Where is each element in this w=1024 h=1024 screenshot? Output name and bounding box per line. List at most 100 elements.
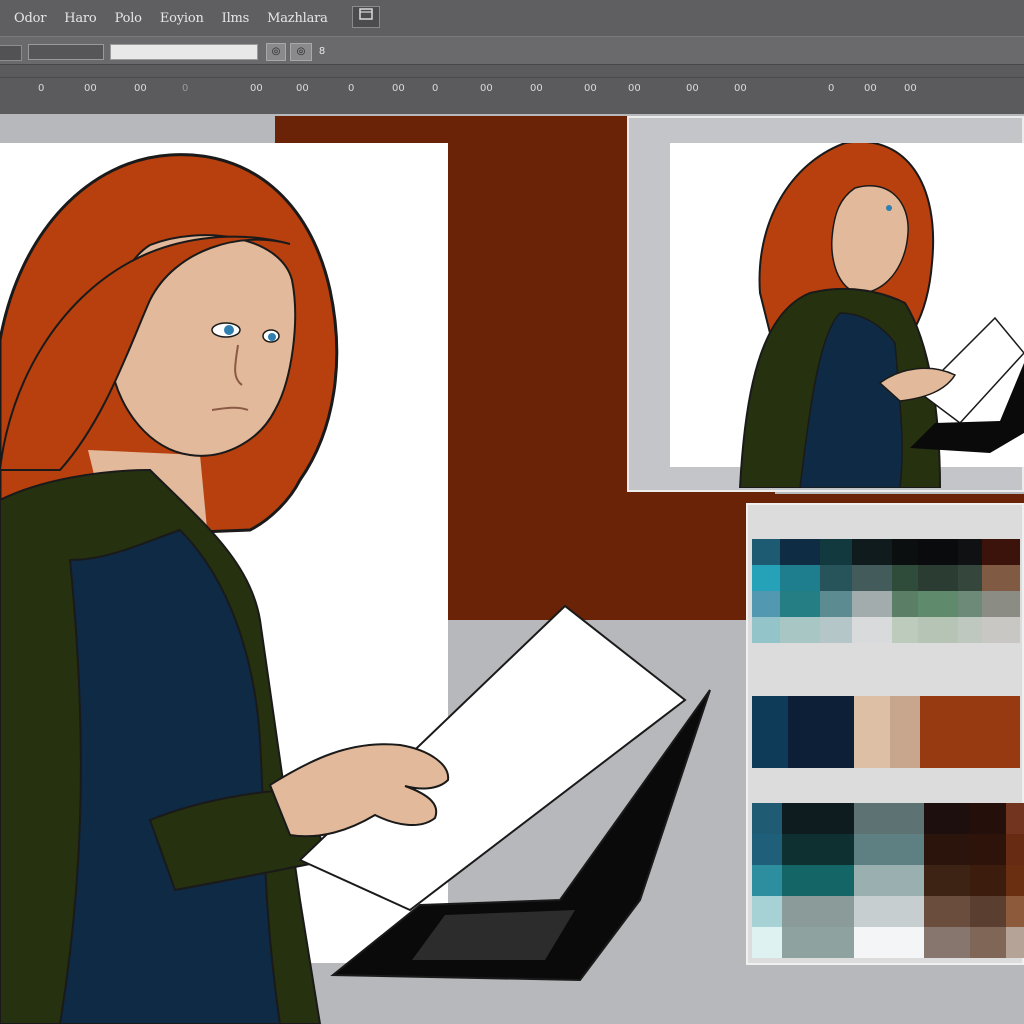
color-swatch[interactable] — [752, 834, 782, 865]
menu-item-eoyion[interactable]: Eoyion — [160, 11, 204, 26]
color-swatch[interactable] — [752, 896, 782, 927]
ruler-tick: 00 — [530, 83, 543, 94]
color-swatch[interactable] — [970, 865, 1006, 896]
color-swatch[interactable] — [958, 565, 982, 591]
ruler-tick: 00 — [864, 83, 877, 94]
color-swatch[interactable] — [982, 591, 1020, 617]
color-swatch[interactable] — [782, 865, 854, 896]
color-swatch[interactable] — [852, 591, 892, 617]
color-swatch[interactable] — [958, 539, 982, 565]
color-swatch[interactable] — [752, 696, 788, 768]
color-swatch[interactable] — [1006, 803, 1024, 834]
color-swatch[interactable] — [752, 591, 780, 617]
preset-field[interactable] — [28, 44, 104, 60]
color-swatch[interactable] — [1006, 865, 1024, 896]
options-bar: ◎ ◎ 8 — [0, 36, 1024, 65]
color-swatch[interactable] — [970, 803, 1006, 834]
color-swatch[interactable] — [958, 591, 982, 617]
ruler-tick: 00 — [392, 83, 405, 94]
color-swatch[interactable] — [970, 927, 1006, 958]
swatch-grid-secondary — [752, 803, 1024, 958]
color-swatch[interactable] — [970, 834, 1006, 865]
menu-item-odor[interactable]: Odor — [14, 11, 46, 26]
color-swatch[interactable] — [820, 565, 852, 591]
color-swatch[interactable] — [918, 539, 958, 565]
color-swatch[interactable] — [918, 591, 958, 617]
ruler-tick: 00 — [296, 83, 309, 94]
color-swatch[interactable] — [854, 865, 924, 896]
color-swatch[interactable] — [970, 896, 1006, 927]
ruler-tick: 00 — [628, 83, 641, 94]
swatch-strip-skin-tones — [752, 696, 1020, 768]
color-swatch[interactable] — [854, 927, 924, 958]
color-swatch[interactable] — [780, 591, 820, 617]
color-swatch[interactable] — [982, 617, 1020, 643]
tool-field[interactable] — [0, 45, 22, 61]
color-swatch[interactable] — [1006, 927, 1024, 958]
color-swatch[interactable] — [892, 539, 918, 565]
color-swatch[interactable] — [920, 696, 1020, 768]
color-swatch[interactable] — [854, 696, 890, 768]
option-chip-2[interactable]: ◎ — [290, 43, 312, 61]
panel-toggle-button[interactable] — [352, 6, 380, 28]
ruler-tick: 0 — [348, 83, 355, 94]
menu-item-ilms[interactable]: Ilms — [222, 11, 250, 26]
color-swatch[interactable] — [918, 617, 958, 643]
color-swatch[interactable] — [752, 565, 780, 591]
color-swatch[interactable] — [924, 865, 970, 896]
color-swatch[interactable] — [780, 565, 820, 591]
color-swatch[interactable] — [924, 896, 970, 927]
menu-item-haro[interactable]: Haro — [64, 11, 97, 26]
option-chip-1[interactable]: ◎ — [266, 43, 286, 61]
window-icon — [359, 8, 373, 20]
color-swatch[interactable] — [782, 803, 854, 834]
color-swatch[interactable] — [752, 865, 782, 896]
color-swatch[interactable] — [854, 896, 924, 927]
ruler-tick: 00 — [734, 83, 747, 94]
color-swatch[interactable] — [892, 617, 918, 643]
value-field[interactable] — [110, 44, 258, 60]
color-swatch[interactable] — [982, 539, 1020, 565]
color-swatch[interactable] — [782, 896, 854, 927]
ruler-line — [0, 77, 1024, 78]
ruler-bar: 0 00 00 0 00 00 0 00 0 00 00 00 00 00 00… — [0, 64, 1024, 115]
ruler-tick: 0 — [432, 83, 439, 94]
color-swatch[interactable] — [820, 539, 852, 565]
color-swatch[interactable] — [958, 617, 982, 643]
color-swatch[interactable] — [788, 696, 854, 768]
ruler-tick: 00 — [250, 83, 263, 94]
ruler-tick: 00 — [584, 83, 597, 94]
color-swatch[interactable] — [782, 834, 854, 865]
color-swatch[interactable] — [852, 617, 892, 643]
color-swatch[interactable] — [918, 565, 958, 591]
color-swatch[interactable] — [982, 565, 1020, 591]
color-swatch[interactable] — [924, 834, 970, 865]
menu-item-mazhlara[interactable]: Mazhlara — [267, 11, 328, 26]
color-swatch[interactable] — [852, 539, 892, 565]
color-swatch[interactable] — [780, 617, 820, 643]
color-swatch[interactable] — [924, 927, 970, 958]
color-swatch[interactable] — [752, 617, 780, 643]
color-swatch[interactable] — [782, 927, 854, 958]
ruler-tick: 0 — [828, 83, 835, 94]
color-swatch[interactable] — [924, 803, 970, 834]
color-swatch[interactable] — [780, 539, 820, 565]
color-swatch[interactable] — [752, 803, 782, 834]
color-swatch[interactable] — [892, 565, 918, 591]
color-swatch[interactable] — [752, 539, 780, 565]
ruler-marker[interactable]: 0 — [182, 83, 188, 94]
color-swatch[interactable] — [892, 591, 918, 617]
option-chip-3[interactable]: 8 — [314, 43, 330, 61]
color-swatch[interactable] — [1006, 896, 1024, 927]
color-swatch[interactable] — [890, 696, 920, 768]
preview-illustration — [738, 143, 1024, 488]
color-swatch[interactable] — [854, 803, 924, 834]
color-swatch[interactable] — [752, 927, 782, 958]
menu-item-polo[interactable]: Polo — [115, 11, 142, 26]
color-swatch[interactable] — [854, 834, 924, 865]
ruler-tick: 00 — [480, 83, 493, 94]
color-swatch[interactable] — [1006, 834, 1024, 865]
color-swatch[interactable] — [820, 617, 852, 643]
color-swatch[interactable] — [852, 565, 892, 591]
color-swatch[interactable] — [820, 591, 852, 617]
